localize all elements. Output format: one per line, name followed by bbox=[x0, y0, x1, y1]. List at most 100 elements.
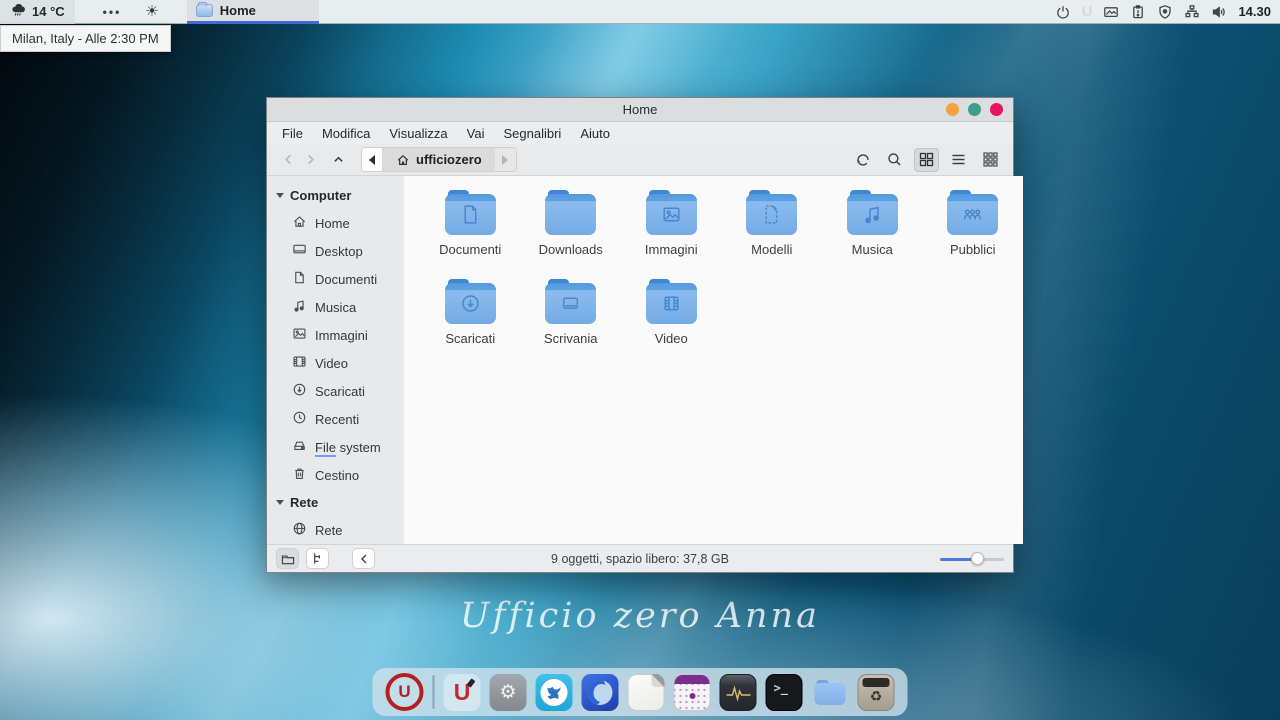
search-icon[interactable] bbox=[882, 148, 907, 172]
thunderbird-mail-icon[interactable] bbox=[582, 674, 619, 711]
sidebar: Computer Home Desktop DocumentiMusica Immagi… bbox=[267, 176, 404, 544]
folder-icon bbox=[445, 279, 496, 324]
folder-downloads[interactable]: Downloads bbox=[521, 190, 622, 257]
sidebar-item-file-system[interactable]: File system bbox=[267, 433, 404, 461]
file-manager-window: Home File Modifica Visualizza Vai Segnalibri… bbox=[266, 97, 1014, 573]
path-scroll-right-icon[interactable] bbox=[495, 148, 516, 171]
top-panel: 14 °C ••• ☀ Home U 14.30 bbox=[0, 0, 1280, 24]
list-view-icon[interactable] bbox=[946, 148, 971, 172]
people-glyph-icon bbox=[947, 203, 998, 226]
zoom-slider-handle[interactable] bbox=[971, 552, 984, 565]
image-icon bbox=[292, 326, 307, 344]
sidebar-item-label: File system bbox=[315, 440, 381, 455]
folder-immagini[interactable]: Immagini bbox=[621, 190, 722, 257]
sidebar-item-label: Home bbox=[315, 216, 350, 231]
menu-modifica[interactable]: Modifica bbox=[322, 126, 370, 141]
clock-icon bbox=[292, 410, 307, 428]
folder-modelli[interactable]: Modelli bbox=[722, 190, 823, 257]
shield-icon[interactable] bbox=[1157, 4, 1173, 20]
trash-icon[interactable]: ♻ bbox=[858, 674, 895, 711]
sidebar-item-label: Desktop bbox=[315, 244, 363, 259]
folder-label: Video bbox=[655, 331, 688, 346]
system-tray: U 14.30 bbox=[1055, 3, 1280, 21]
weather-widget[interactable]: 14 °C bbox=[0, 0, 75, 24]
sidebar-item-documenti[interactable]: Documenti bbox=[267, 265, 404, 293]
maximize-button[interactable] bbox=[968, 103, 981, 116]
ufficiozero-menu-icon[interactable]: U bbox=[386, 673, 424, 711]
back-icon[interactable] bbox=[277, 149, 299, 171]
desktop-glyph-icon bbox=[545, 292, 596, 315]
folder-label: Musica bbox=[852, 242, 893, 257]
folder-icon bbox=[545, 279, 596, 324]
folder-musica[interactable]: Musica bbox=[822, 190, 923, 257]
sidebar-section-computer[interactable]: Computer bbox=[267, 182, 404, 209]
minimize-button[interactable] bbox=[946, 103, 959, 116]
compact-view-icon[interactable] bbox=[978, 148, 1003, 172]
folder-video[interactable]: Video bbox=[621, 279, 722, 346]
text-editor-icon[interactable] bbox=[628, 674, 665, 711]
sidebar-section-rete[interactable]: Rete bbox=[267, 489, 404, 516]
panel-menu-dots[interactable]: ••• bbox=[103, 5, 122, 19]
drive-icon bbox=[292, 438, 307, 456]
sidebar-section-label: Rete bbox=[290, 495, 318, 510]
home-icon bbox=[292, 214, 307, 232]
taskbar-item-home[interactable]: Home bbox=[187, 0, 319, 24]
window-content: ComputerHomeDesktopDocumentiMusicaImmagi… bbox=[267, 176, 1013, 544]
sidebar-item-video[interactable]: Video bbox=[267, 349, 404, 377]
librewolf-browser-icon[interactable] bbox=[536, 674, 573, 711]
system-monitor-icon[interactable] bbox=[720, 674, 757, 711]
volume-icon[interactable] bbox=[1211, 4, 1227, 20]
file-manager-icon[interactable] bbox=[812, 674, 849, 711]
folder-pubblici[interactable]: Pubblici bbox=[923, 190, 1024, 257]
clock[interactable]: 14.30 bbox=[1238, 4, 1271, 19]
screenshot-icon[interactable] bbox=[1103, 4, 1119, 20]
menu-vai[interactable]: Vai bbox=[467, 126, 485, 141]
sidebar-item-rete[interactable]: Rete bbox=[267, 516, 404, 544]
clipboard-alert-icon[interactable] bbox=[1130, 4, 1146, 20]
sidebar-item-scaricati[interactable]: Scaricati bbox=[267, 377, 404, 405]
menu-aiuto[interactable]: Aiuto bbox=[580, 126, 610, 141]
sidebar-item-label: Immagini bbox=[315, 328, 368, 343]
folder-label: Immagini bbox=[645, 242, 698, 257]
trash-icon bbox=[292, 466, 307, 484]
menu-segnalibri[interactable]: Segnalibri bbox=[504, 126, 562, 141]
up-icon[interactable] bbox=[327, 149, 349, 171]
sidebar-item-immagini[interactable]: Immagini bbox=[267, 321, 404, 349]
network-icon[interactable] bbox=[1184, 4, 1200, 20]
document-glyph-icon bbox=[445, 203, 496, 226]
window-titlebar[interactable]: Home bbox=[267, 98, 1013, 122]
menu-file[interactable]: File bbox=[282, 126, 303, 141]
sidebar-item-label: Recenti bbox=[315, 412, 359, 427]
sidebar-item-musica[interactable]: Musica bbox=[267, 293, 404, 321]
music-glyph-icon bbox=[847, 203, 898, 226]
menu-visualizza[interactable]: Visualizza bbox=[389, 126, 447, 141]
calendar-icon[interactable] bbox=[674, 674, 711, 711]
folder-icon bbox=[746, 190, 797, 235]
uz-office-app-icon[interactable]: U bbox=[444, 674, 481, 711]
path-segment-home[interactable]: ufficiozero bbox=[383, 148, 495, 171]
sidebar-item-desktop[interactable]: Desktop bbox=[267, 237, 404, 265]
icon-view-icon[interactable] bbox=[914, 148, 939, 172]
folder-icon bbox=[445, 190, 496, 235]
status-bar: 9 oggetti, spazio libero: 37,8 GB bbox=[267, 544, 1013, 572]
close-button[interactable] bbox=[990, 103, 1003, 116]
path-scroll-left-icon[interactable] bbox=[362, 148, 383, 171]
folder-scaricati[interactable]: Scaricati bbox=[420, 279, 521, 346]
folder-icon bbox=[947, 190, 998, 235]
status-text: 9 oggetti, spazio libero: 37,8 GB bbox=[267, 552, 1013, 566]
forward-icon[interactable] bbox=[299, 149, 321, 171]
folder-scrivania[interactable]: Scrivania bbox=[521, 279, 622, 346]
folder-icon bbox=[545, 190, 596, 235]
brightness-sun-icon[interactable]: ☀ bbox=[145, 4, 158, 19]
power-icon[interactable] bbox=[1055, 4, 1071, 20]
zoom-slider[interactable] bbox=[940, 553, 1004, 565]
ufficiozero-logo-icon[interactable]: U bbox=[1082, 3, 1093, 21]
sidebar-item-cestino[interactable]: Cestino bbox=[267, 461, 404, 489]
terminal-icon[interactable]: >_ bbox=[766, 674, 803, 711]
reload-icon[interactable] bbox=[850, 148, 875, 172]
folder-label: Downloads bbox=[539, 242, 603, 257]
sidebar-item-recenti[interactable]: Recenti bbox=[267, 405, 404, 433]
settings-icon[interactable]: ⚙ bbox=[490, 674, 527, 711]
folder-documenti[interactable]: Documenti bbox=[420, 190, 521, 257]
sidebar-item-home[interactable]: Home bbox=[267, 209, 404, 237]
